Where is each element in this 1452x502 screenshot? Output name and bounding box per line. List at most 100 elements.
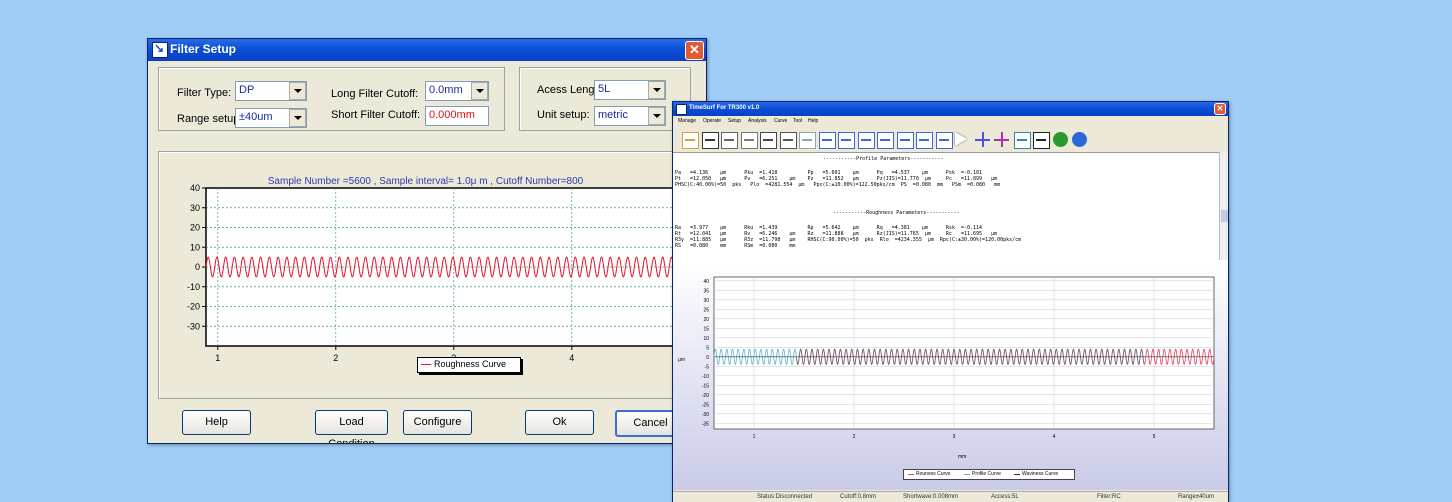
help-icon[interactable]	[1052, 132, 1068, 147]
y-tick-label: 5	[706, 345, 709, 351]
cross-icon[interactable]	[974, 132, 990, 147]
print-icon[interactable]	[740, 132, 758, 149]
x-tick-label: 2	[333, 353, 338, 363]
menu-item-curve[interactable]: Curve	[774, 118, 787, 124]
x-tick-label: 1	[215, 353, 220, 363]
legend-label-profile: Profile Curve	[972, 471, 1001, 477]
y-tick-label: -10	[187, 282, 200, 292]
copy-icon[interactable]	[721, 132, 738, 149]
app-icon	[152, 41, 168, 58]
curve-icon[interactable]	[877, 132, 894, 149]
roughness-icon[interactable]	[818, 132, 836, 149]
status-shortwave: Shortwave:0.008mm	[903, 494, 959, 500]
menu-item-manage[interactable]: Manage	[678, 118, 696, 124]
status-filter: Filter:RC	[1097, 494, 1121, 500]
search-icon[interactable]	[1013, 132, 1031, 149]
y-tick-label: 35	[703, 288, 709, 294]
legend-label-waviness: Waviness Curve	[1022, 471, 1059, 477]
window-title: Filter Setup	[170, 42, 237, 56]
save-icon[interactable]	[701, 132, 719, 149]
close-button[interactable]: ✕	[1214, 103, 1226, 115]
x-tick-label: 2	[853, 434, 856, 440]
filter-type-select[interactable]: DP	[235, 81, 307, 101]
profile-icon[interactable]	[799, 132, 816, 149]
chevron-down-icon[interactable]	[648, 107, 665, 125]
access-length-value: 5L	[598, 83, 611, 95]
x-axis-unit: mm	[958, 454, 967, 460]
legend-line-profile	[964, 474, 970, 475]
ok-button[interactable]: Ok	[525, 410, 594, 435]
chevron-down-icon[interactable]	[289, 109, 306, 127]
filter-setup-titlebar[interactable]: Filter Setup ✕	[148, 39, 706, 61]
y-tick-label: 30	[703, 298, 709, 304]
y-tick-label: -25	[702, 402, 709, 408]
unit-setup-select[interactable]: metric	[594, 106, 666, 126]
status-range: Range±40um	[1178, 494, 1214, 500]
legend-line	[421, 364, 431, 365]
menu-item-setup[interactable]: Setup	[728, 118, 741, 124]
export-icon[interactable]	[935, 132, 953, 149]
filter-type-value: DP	[239, 84, 255, 96]
unit-setup-value: metric	[598, 109, 628, 121]
legend-label: Roughness Curve	[434, 359, 507, 369]
monitor-icon[interactable]	[1033, 132, 1050, 149]
chevron-down-icon[interactable]	[471, 82, 488, 100]
measure-icon[interactable]	[994, 132, 1009, 147]
status-connection: Status:Disconnected	[757, 494, 813, 500]
chevron-down-icon[interactable]	[648, 81, 665, 99]
globe-icon[interactable]	[1072, 132, 1087, 147]
help-button[interactable]: Help	[182, 410, 251, 435]
raw-icon[interactable]	[838, 132, 855, 149]
menu-item-analysis[interactable]: Analysis	[748, 118, 767, 124]
open-icon[interactable]	[682, 132, 699, 149]
window-title: TimeSurf For TR300 v1.0	[689, 105, 760, 111]
configure-button[interactable]: Configure	[403, 410, 472, 435]
chevron-down-icon[interactable]	[289, 82, 306, 100]
curve2-icon[interactable]	[896, 132, 914, 149]
y-tick-label: -30	[187, 321, 200, 331]
y-tick-label: -30	[702, 412, 709, 418]
y-tick-label: 30	[190, 203, 200, 213]
menu-item-help[interactable]: Help	[808, 118, 818, 124]
roughness-header: -----------Roughness Parameters---------…	[833, 210, 960, 216]
access-length-select[interactable]: 5L	[594, 80, 666, 100]
y-tick-label: 40	[190, 183, 200, 193]
waviness-icon[interactable]	[857, 132, 875, 149]
menu-bar: Manage Operate Setup Analysis Curve Tool…	[673, 118, 1228, 127]
unit-setup-label: Unit setup:	[537, 109, 590, 121]
zoom-icon[interactable]	[779, 132, 797, 149]
x-tick-label: 4	[1053, 434, 1056, 440]
play-icon[interactable]	[955, 132, 967, 146]
load-condition-button[interactable]: Load Condition	[315, 410, 388, 443]
x-tick-label: 3	[953, 434, 956, 440]
legend-line-waviness	[1014, 474, 1020, 475]
vertical-scrollbar[interactable]	[1219, 152, 1228, 260]
legend: Roughness Curve	[417, 357, 521, 373]
y-tick-label: -5	[705, 364, 710, 370]
roughness-chart: 403020100-10-20-301234	[187, 183, 679, 363]
long-cutoff-value: 0.0mm	[429, 84, 463, 96]
menu-item-operate[interactable]: Operate	[703, 118, 721, 124]
close-button[interactable]: ✕	[685, 41, 704, 60]
y-tick-label: 0	[195, 262, 200, 272]
app-icon	[676, 104, 687, 115]
timesurf-titlebar[interactable]: TimeSurf For TR300 v1.0 ✕	[673, 102, 1228, 116]
x-tick-label: 5	[1153, 434, 1156, 440]
y-tick-label: -20	[702, 393, 709, 399]
long-cutoff-select[interactable]: 0.0mm	[425, 81, 489, 101]
print-preview-icon[interactable]	[760, 132, 777, 149]
range-setup-select[interactable]: ±40um	[235, 108, 307, 128]
status-cutoff: Cutoff:0.8mm	[840, 494, 876, 500]
curve3-icon[interactable]	[916, 132, 933, 149]
short-cutoff-input[interactable]: 0.000mm	[425, 106, 489, 126]
y-tick-label: 20	[703, 317, 709, 323]
y-tick-label: -35	[702, 421, 709, 427]
y-tick-label: -20	[187, 302, 200, 312]
legend-line-roughness	[908, 474, 914, 475]
y-tick-label: 10	[703, 336, 709, 342]
scrollbar-thumb[interactable]	[1221, 210, 1228, 222]
y-tick-label: -15	[702, 383, 709, 389]
legend: Rouness Curve Profile Curve Waviness Cur…	[903, 469, 1075, 480]
y-tick-label: 0	[706, 355, 709, 361]
menu-item-tool[interactable]: Tool	[793, 118, 802, 124]
